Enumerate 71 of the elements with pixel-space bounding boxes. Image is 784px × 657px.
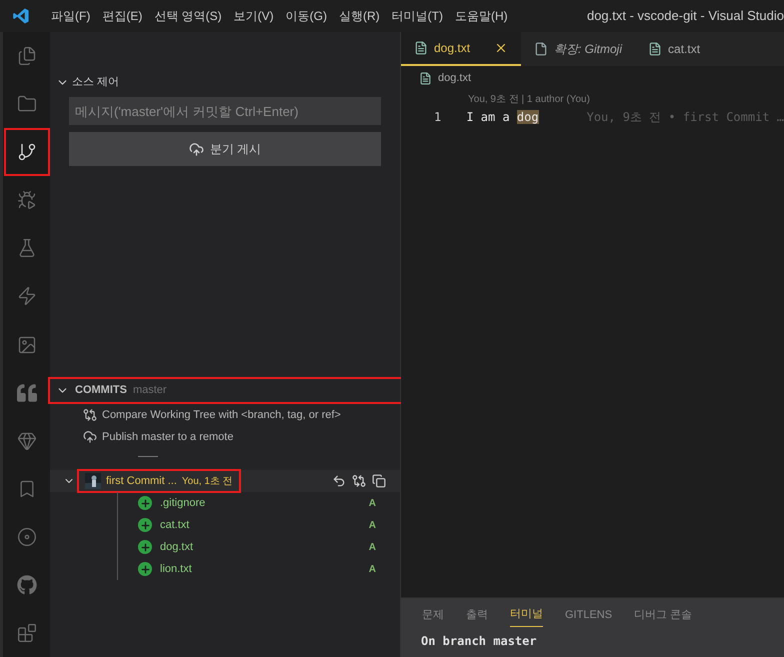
gem-icon (16, 430, 36, 451)
menu-item[interactable]: 도움말(H) (449, 7, 514, 25)
file-icon (648, 42, 662, 56)
commits-header[interactable]: COMMITS master (48, 377, 403, 404)
compare-icon (83, 408, 97, 422)
github-icon (16, 574, 36, 595)
run-debug-icon (16, 190, 36, 210)
added-icon (138, 562, 152, 576)
file-icon (414, 41, 428, 55)
cloud-upload-icon (83, 430, 97, 444)
window-title: dog.txt - vscode-git - Visual Studio (586, 7, 784, 26)
flask-icon (16, 238, 36, 258)
commit-message: first Commit ... (106, 474, 177, 489)
publish-branch-button[interactable]: 분기 게시 (69, 132, 381, 166)
file-name: cat.txt (160, 518, 190, 533)
lightning-icon (16, 286, 36, 306)
file-status: A (368, 496, 376, 510)
editor-tab[interactable]: dog.txt (401, 32, 521, 66)
commit-message-field[interactable]: 메시지('master'에서 커밋할 Ctrl+Enter) (69, 97, 381, 125)
compare-icon[interactable] (352, 474, 366, 488)
file-icon (534, 42, 548, 56)
file-status: A (368, 540, 376, 554)
panel-tab[interactable]: 터미널 (510, 603, 543, 627)
editor-tab[interactable]: 확장: Gitmoji (521, 32, 636, 66)
copy-icon[interactable] (372, 474, 386, 488)
blame-annotation: You, 9초 전 • first Commit … (586, 109, 784, 126)
files-icon (16, 46, 36, 66)
menu-item[interactable]: 보기(V) (228, 7, 280, 25)
section-header[interactable]: 소스 제어 (50, 72, 400, 92)
file-icon (419, 72, 432, 84)
code-line: I am a dog (466, 109, 539, 126)
menu-item[interactable]: 이동(G) (280, 7, 333, 25)
commit-row[interactable]: first Commit ... You, 1초 전 (50, 470, 400, 492)
file-name: dog.txt (160, 540, 194, 555)
image-icon (16, 334, 36, 355)
branch-name: master (132, 383, 167, 398)
file-name: .gitignore (160, 496, 206, 511)
editor-tab[interactable]: cat.txt (635, 32, 714, 66)
tree-item[interactable]: Compare Working Tree with <branch, tag, or ref> (50, 404, 400, 426)
tree-item[interactable]: Publish master to a remote (50, 426, 400, 448)
file-status: A (368, 518, 376, 532)
line-number: 1 (433, 109, 442, 126)
close-icon[interactable] (494, 41, 508, 55)
disc-icon (16, 526, 36, 547)
logo-icon (12, 7, 30, 25)
folder-icon (16, 94, 36, 114)
quote-icon (16, 382, 36, 403)
menu-item[interactable]: 편집(E) (96, 7, 148, 25)
file-row[interactable]: lion.txt A (118, 558, 376, 580)
extensions-icon (16, 623, 36, 644)
menu-item[interactable]: 파일(F) (45, 7, 96, 25)
file-row[interactable]: dog.txt A (118, 536, 376, 558)
added-icon (138, 540, 152, 554)
source-control-icon (16, 142, 36, 162)
undo-icon[interactable] (332, 474, 346, 488)
terminal-line: On branch master (420, 633, 538, 650)
file-row[interactable]: .gitignore A (118, 492, 376, 514)
codelens[interactable]: You, 9초 전 | 1 author (You) (401, 89, 784, 107)
added-icon (138, 518, 152, 532)
activity-bar-item[interactable] (4, 128, 50, 176)
menu-item[interactable]: 실행(R) (333, 7, 386, 25)
section-title: COMMITS (75, 383, 127, 398)
breadcrumb[interactable]: dog.txt (401, 67, 784, 89)
file-name: lion.txt (160, 562, 192, 577)
commit-meta: You, 1초 전 (182, 474, 233, 488)
added-icon (138, 496, 152, 510)
file-row[interactable]: cat.txt A (118, 514, 376, 536)
menu-item[interactable]: 선택 영역(S) (148, 7, 228, 25)
cloud-upload-icon (188, 142, 204, 156)
file-status: A (368, 562, 376, 576)
menu-item[interactable]: 터미널(T) (386, 7, 449, 25)
